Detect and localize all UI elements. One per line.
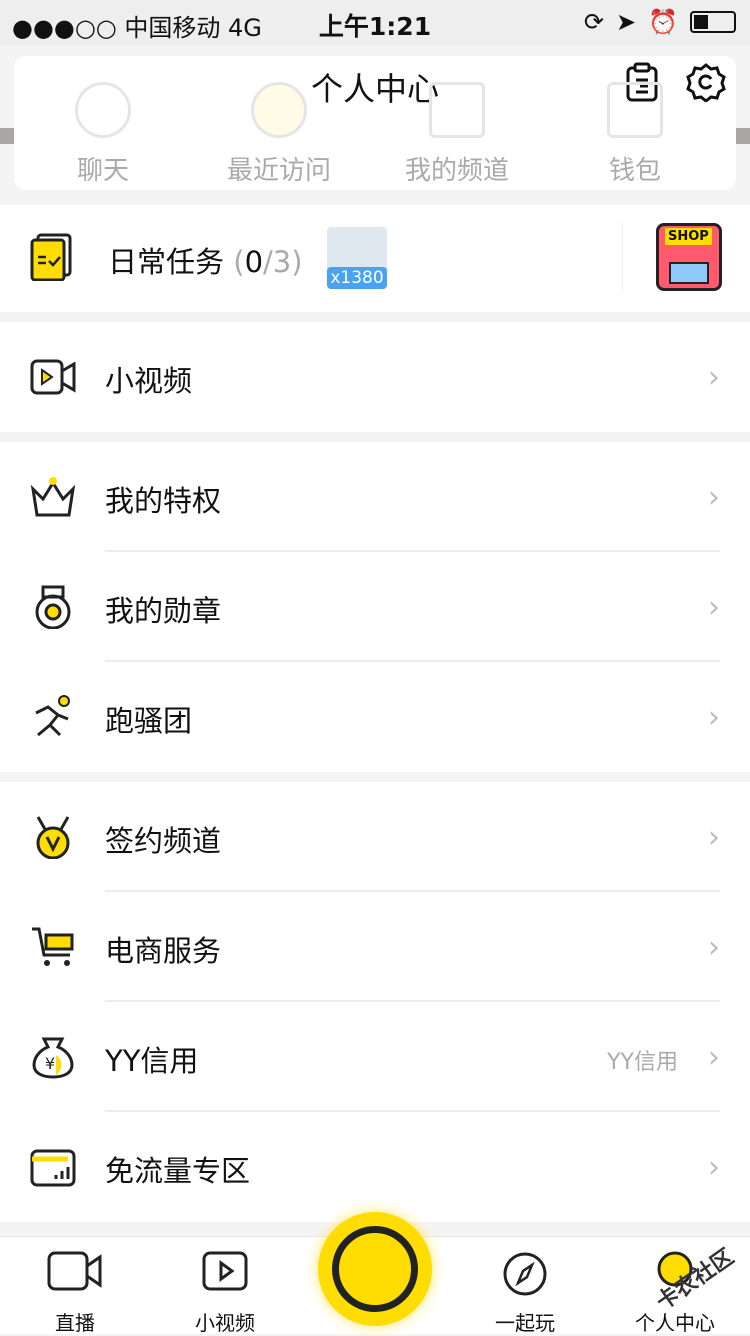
reward-diamond-icon: x1380 — [327, 227, 387, 289]
menu-item-label: 跑骚团 — [105, 704, 193, 738]
menu-item[interactable]: ¥ YY信用 YY信用 › — [0, 1002, 750, 1112]
money-bag-icon: ¥ — [32, 1037, 74, 1079]
chevron-right-icon: › — [708, 480, 720, 515]
status-bar: ●●●○○ 中国移动 4G 上午1:21 ⟳ ➤ ⏰ — [0, 0, 750, 46]
crown-icon — [30, 477, 76, 517]
chevron-right-icon: › — [708, 1040, 720, 1075]
menu-item[interactable]: 我的特权 › — [0, 442, 750, 552]
task-card-icon — [30, 233, 72, 281]
battery-icon — [690, 11, 736, 33]
task-done-count: 0 — [244, 245, 264, 279]
video-camera-icon — [30, 359, 76, 395]
quick-recent[interactable]: 最近访问 — [194, 82, 364, 187]
alarm-icon: ⏰ — [648, 8, 678, 36]
medal-icon — [35, 585, 71, 629]
reward-count: x1380 — [327, 267, 387, 289]
svg-text:¥: ¥ — [45, 1054, 55, 1073]
chat-icon — [75, 82, 131, 138]
tab-play-together[interactable]: 一起玩 — [450, 1251, 600, 1336]
menu-item-label: YY信用 — [105, 1044, 199, 1078]
menu-item[interactable]: 我的勋章 › — [0, 552, 750, 662]
chevron-right-icon: › — [708, 590, 720, 625]
runner-icon — [35, 695, 70, 737]
task-total: /3) — [263, 245, 303, 279]
tab-live[interactable]: 直播 — [0, 1251, 150, 1336]
data-card-icon — [30, 1149, 76, 1187]
header-card: 个人中心 聊天 最近访问 我的频道 钱包 — [14, 56, 736, 190]
menu-item[interactable]: 小视频 › — [0, 322, 750, 432]
rotation-lock-icon: ⟳ — [583, 8, 604, 36]
live-camera-icon — [47, 1251, 102, 1291]
menu-item-label: 小视频 — [105, 364, 193, 398]
menu-item[interactable]: 免流量专区 › — [0, 1112, 750, 1222]
menu-item-label: 我的特权 — [105, 484, 222, 518]
shop-icon[interactable]: SHOP — [656, 223, 722, 291]
center-action-button[interactable] — [318, 1212, 432, 1326]
location-icon: ➤ — [616, 8, 637, 36]
quick-channel[interactable]: 我的频道 — [372, 82, 542, 187]
chevron-right-icon: › — [708, 930, 720, 965]
daily-task-row[interactable]: 日常任务 (0/3) x1380 SHOP — [0, 205, 750, 312]
chevron-right-icon: › — [708, 1150, 720, 1185]
quick-chat[interactable]: 聊天 — [18, 82, 188, 187]
menu-item-label: 我的勋章 — [105, 594, 222, 628]
menu-item-subtitle: YY信用 — [607, 1050, 678, 1075]
quick-wallet[interactable]: 钱包 — [550, 82, 720, 187]
clock-icon — [251, 82, 307, 138]
home-icon — [429, 82, 485, 138]
play-icon — [202, 1251, 248, 1291]
cart-icon — [32, 927, 74, 966]
v-medal-icon — [36, 816, 70, 859]
menu-item[interactable]: 签约频道 › — [0, 782, 750, 892]
menu-item[interactable]: 跑骚团 › — [0, 662, 750, 772]
tab-short-video[interactable]: 小视频 — [150, 1251, 300, 1336]
wallet-icon — [607, 82, 663, 138]
daily-task-label: 日常任务 — [108, 245, 225, 279]
chevron-right-icon: › — [708, 820, 720, 855]
compass-icon — [503, 1252, 547, 1296]
chevron-right-icon: › — [708, 700, 720, 735]
menu-item[interactable]: 电商服务 › — [0, 892, 750, 1002]
menu-item-label: 签约频道 — [105, 824, 222, 858]
menu-item-label: 电商服务 — [105, 934, 222, 968]
chevron-right-icon: › — [708, 360, 720, 395]
menu-item-label: 免流量专区 — [105, 1154, 251, 1188]
